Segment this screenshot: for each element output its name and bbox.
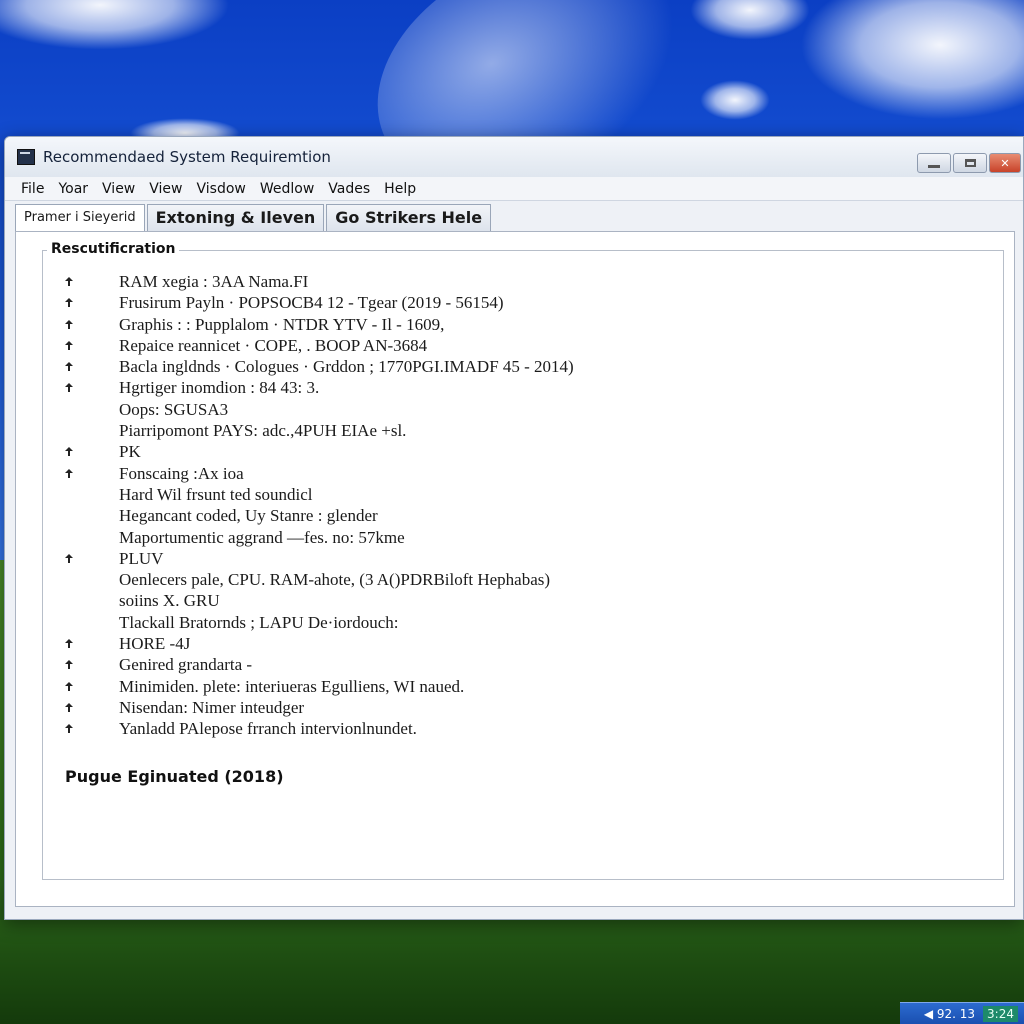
group-title: Rescutificration bbox=[47, 241, 180, 257]
list-item: Oops: SGUSA3 bbox=[63, 399, 963, 420]
app-icon bbox=[17, 149, 35, 165]
list-item: Nisendan: Nimer inteudger bbox=[63, 697, 963, 718]
list-item: PLUV bbox=[63, 548, 963, 569]
menu-yoar[interactable]: Yoar bbox=[58, 181, 88, 197]
list-item-text: Hard Wil frsunt ted soundicl bbox=[119, 484, 313, 504]
list-item-text: Fonscaing :Ax ioa bbox=[119, 463, 244, 483]
list-item: Hegancant coded, Uy Stanre : glender bbox=[63, 505, 963, 526]
list-item-text: soiins X. GRU bbox=[119, 591, 220, 611]
list-item-text: Genired grandarta - bbox=[119, 655, 253, 675]
menu-visdow[interactable]: Visdow bbox=[197, 181, 246, 197]
desktop: Recommendaed System Requiremtion ✕ File … bbox=[0, 0, 1024, 1024]
list-item-text: PLUV bbox=[119, 548, 164, 568]
list-item: Yanladd PAlepose frranch intervionlnunde… bbox=[63, 718, 963, 739]
sky-cloud bbox=[0, 0, 230, 50]
list-item: Hgrtiger inomdion : 84 43: 3. bbox=[63, 377, 963, 398]
list-item-text: HORE -4J bbox=[119, 634, 191, 654]
list-item-text: PK bbox=[119, 442, 141, 462]
bullet-icon bbox=[65, 383, 73, 393]
list-item-text: Piarripomont PAYS: adc.,4PUH EIAe +sl. bbox=[119, 421, 407, 441]
list-item: Tlackall Bratornds ; LAPU De·iordouch: bbox=[63, 612, 963, 633]
tray-clock[interactable]: 3:24 bbox=[983, 1005, 1018, 1022]
list-item-text: Oenlecers pale, CPU. RAM-ahote, (3 A()PD… bbox=[119, 570, 551, 590]
bullet-icon bbox=[65, 724, 73, 734]
minimize-button[interactable] bbox=[917, 153, 951, 173]
menu-vades[interactable]: Vades bbox=[328, 181, 370, 197]
list-item: Frusirum Payln · POPSOCB4 12 - Tgear (20… bbox=[63, 292, 963, 313]
bullet-icon bbox=[65, 702, 73, 712]
bullet-icon bbox=[65, 447, 73, 457]
list-item-text: Minimiden. plete: interiueras Egulliens,… bbox=[119, 676, 465, 696]
tab-strip: Pramer i Sieyerid Extoning & Ileven Go S… bbox=[5, 201, 1023, 231]
list-item: PK bbox=[63, 441, 963, 462]
requirements-list: RAM xegia : 3AA Nama.FI Frusirum Payln · … bbox=[63, 271, 963, 740]
system-requirements-window: Recommendaed System Requiremtion ✕ File … bbox=[4, 136, 1024, 920]
menu-wedlow[interactable]: Wedlow bbox=[260, 181, 314, 197]
list-item: Graphis : : Pupplalom · NTDR YTV - Il - … bbox=[63, 314, 963, 335]
close-button[interactable]: ✕ bbox=[989, 153, 1021, 173]
list-item: soiins X. GRU bbox=[63, 590, 963, 611]
list-item: Repaice reannicet · COPE, . BOOP AN-3684 bbox=[63, 335, 963, 356]
maximize-button[interactable] bbox=[953, 153, 987, 173]
sky-cloud bbox=[700, 80, 770, 120]
list-item-text: Bacla ingldnds · Cologues · Grddon ; 177… bbox=[119, 357, 574, 377]
bullet-icon bbox=[65, 319, 73, 329]
menu-bar: File Yoar View View Visdow Wedlow Vades … bbox=[5, 177, 1023, 201]
list-item-text: Maportumentic aggrand —fes. no: 57kme bbox=[119, 527, 405, 547]
bullet-icon bbox=[65, 660, 73, 670]
close-icon: ✕ bbox=[1000, 156, 1010, 170]
bullet-icon bbox=[65, 553, 73, 563]
minimize-icon bbox=[928, 164, 940, 168]
list-item-text: Frusirum Payln · POPSOCB4 12 - Tgear (20… bbox=[119, 293, 504, 313]
list-item: Fonscaing :Ax ioa bbox=[63, 463, 963, 484]
tab-extoning[interactable]: Extoning & Ileven bbox=[146, 204, 325, 231]
menu-view[interactable]: View bbox=[102, 181, 135, 197]
bullet-icon bbox=[65, 362, 73, 372]
bullet-icon bbox=[65, 298, 73, 308]
list-item-text: Nisendan: Nimer inteudger bbox=[119, 697, 305, 717]
bullet-icon bbox=[65, 340, 73, 350]
tray-icons[interactable]: ◀ 92. 13 bbox=[924, 1007, 975, 1021]
title-bar[interactable]: Recommendaed System Requiremtion ✕ bbox=[5, 137, 1023, 177]
tab-go-strikers[interactable]: Go Strikers Hele bbox=[326, 204, 492, 231]
list-item: Genired grandarta - bbox=[63, 654, 963, 675]
list-item-text: Hgrtiger inomdion : 84 43: 3. bbox=[119, 378, 320, 398]
list-item: HORE -4J bbox=[63, 633, 963, 654]
maximize-icon bbox=[964, 159, 976, 167]
list-item-text: Oops: SGUSA3 bbox=[119, 399, 229, 419]
list-item: Piarripomont PAYS: adc.,4PUH EIAe +sl. bbox=[63, 420, 963, 441]
menu-help[interactable]: Help bbox=[384, 181, 416, 197]
list-item: Minimiden. plete: interiueras Egulliens,… bbox=[63, 676, 963, 697]
sky-cloud bbox=[690, 0, 810, 40]
list-item-text: Yanladd PAlepose frranch intervionlnunde… bbox=[119, 719, 417, 739]
window-title: Recommendaed System Requiremtion bbox=[43, 148, 331, 166]
tab-content-panel: Rescutificration RAM xegia : 3AA Nama.FI… bbox=[15, 231, 1015, 907]
list-item-text: RAM xegia : 3AA Nama.FI bbox=[119, 272, 309, 291]
menu-view-2[interactable]: View bbox=[149, 181, 182, 197]
list-item: Maportumentic aggrand —fes. no: 57kme bbox=[63, 527, 963, 548]
sky-cloud bbox=[800, 0, 1024, 120]
requirements-group: Rescutificration RAM xegia : 3AA Nama.FI… bbox=[42, 241, 1004, 880]
list-item-text: Repaice reannicet · COPE, . BOOP AN-3684 bbox=[119, 335, 428, 355]
bullet-icon bbox=[65, 639, 73, 649]
footer-note: Pugue Eginuated (2018) bbox=[65, 767, 284, 786]
list-item: RAM xegia : 3AA Nama.FI bbox=[63, 271, 963, 292]
list-item-text: Tlackall Bratornds ; LAPU De·iordouch: bbox=[119, 612, 399, 632]
bullet-icon bbox=[65, 681, 73, 691]
list-item-text: Graphis : : Pupplalom · NTDR YTV - Il - … bbox=[119, 314, 445, 334]
tab-pramer[interactable]: Pramer i Sieyerid bbox=[15, 204, 145, 231]
list-item: Bacla ingldnds · Cologues · Grddon ; 177… bbox=[63, 356, 963, 377]
list-item: Hard Wil frsunt ted soundicl bbox=[63, 484, 963, 505]
menu-file[interactable]: File bbox=[21, 181, 44, 197]
system-tray: ◀ 92. 13 3:24 bbox=[900, 1002, 1024, 1024]
bullet-icon bbox=[65, 277, 73, 286]
window-controls: ✕ bbox=[917, 153, 1021, 173]
bullet-icon bbox=[65, 468, 73, 478]
list-item: Oenlecers pale, CPU. RAM-ahote, (3 A()PD… bbox=[63, 569, 963, 590]
list-item-text: Hegancant coded, Uy Stanre : glender bbox=[119, 506, 378, 526]
